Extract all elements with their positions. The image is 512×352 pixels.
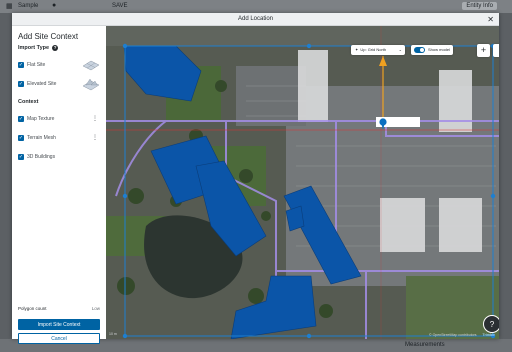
close-icon[interactable]: ✕ [487,13,494,26]
compass-icon: ✦ [355,47,359,52]
context-section: Context [18,99,100,105]
map-viewport[interactable]: ✦ Up: Grid North ⌄ Show model + ? © OpenS… [106,26,499,339]
app-toolbar: ▦ Sample ● SAVE Entity Info [0,0,512,13]
map-texture-label: Map Texture [27,115,55,122]
help-icon[interactable]: ? [52,45,59,51]
checkbox-terrain-mesh[interactable]: ✓ [18,134,24,141]
app-project-name[interactable]: Sample [18,3,38,9]
panel-heading: Add Site Context [18,32,79,41]
grid-icon[interactable]: ▦ [6,2,13,10]
toggle-switch[interactable] [414,47,425,53]
checkbox-elevated-site[interactable]: ✓ [18,80,24,87]
import-type-section: Import Type ? [18,45,100,51]
orientation-dropdown[interactable]: ✦ Up: Grid North ⌄ [351,45,405,55]
app-left-toolbar [0,13,12,339]
flat-site-icon [82,60,100,70]
checkbox-flat-site[interactable]: ✓ [18,61,24,68]
add-location-dialog: Add Location ✕ Add Site Context Import T… [12,13,499,344]
elevated-site-icon [82,78,100,90]
dialog-header: Add Location ✕ [12,13,499,26]
chevron-down-icon: ⌄ [398,47,402,52]
terrain-mesh-label: Terrain Mesh [27,134,56,141]
map-attribution: © OpenStreetMap contributors Trimble [429,333,495,337]
app-right-toolbar [499,13,512,339]
show-model-label: Show model [428,47,451,52]
map-scale: 10 m [109,332,117,336]
checkbox-3d-buildings[interactable]: ✓ [18,153,24,160]
user-icon[interactable]: ● [52,2,56,9]
orientation-label: Up: Grid North [360,47,387,52]
site-context-panel: Add Site Context Import Type ? ✓ Flat Si… [12,26,106,344]
attribution-text[interactable]: © OpenStreetMap contributors [429,333,477,337]
cancel-button[interactable]: Cancel [18,333,100,344]
flat-site-label: Flat Site [27,61,46,68]
zoom-out-button-partial[interactable] [493,44,499,57]
3d-buildings-label: 3D Buildings [27,153,56,160]
context-item-3d-buildings[interactable]: ✓ 3D Buildings [18,147,100,166]
help-button[interactable]: ? [483,315,499,333]
polygon-count-value: Low [91,306,100,311]
satellite-map[interactable] [106,26,499,339]
import-type-elevated-site[interactable]: ✓ Elevated Site [18,74,100,93]
checkbox-map-texture[interactable]: ✓ [18,115,24,122]
trimble-logo: Trimble [482,333,495,337]
measurements-label[interactable]: Measurements [405,342,445,348]
dialog-title: Add Location [237,16,274,22]
polygon-count-label: Polygon count [18,306,47,311]
elevated-site-label: Elevated Site [27,80,57,87]
context-item-terrain-mesh[interactable]: ✓ Terrain Mesh ⋮ [18,128,100,147]
zoom-in-button[interactable]: + [477,44,490,57]
app-save-label[interactable]: SAVE [112,3,128,9]
show-model-toggle[interactable]: Show model [411,45,453,55]
polygon-count: Polygon count Low [18,306,100,311]
more-options-icon[interactable]: ⋮ [92,115,98,122]
more-options-icon[interactable]: ⋮ [92,134,98,141]
context-label: Context [18,99,39,105]
context-item-map-texture[interactable]: ✓ Map Texture ⋮ [18,109,100,128]
import-type-label: Import Type [18,45,50,51]
import-type-flat-site[interactable]: ✓ Flat Site [18,55,100,74]
import-site-context-button[interactable]: Import Site Context [18,319,100,330]
entity-info-button[interactable]: Entity Info [462,2,497,10]
